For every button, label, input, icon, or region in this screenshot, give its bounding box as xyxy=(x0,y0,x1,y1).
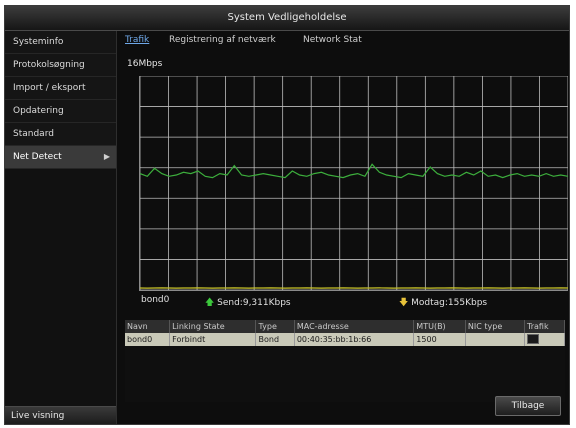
traffic-graph-icon[interactable] xyxy=(527,333,540,344)
tab-bar: Trafik Registrering af netværk Network S… xyxy=(119,31,569,51)
network-interface-table: Navn Linking State Type MAC-adresse MTU(… xyxy=(125,320,565,402)
window-title: System Vedligeholdelse xyxy=(5,6,569,31)
interface-label: bond0 xyxy=(141,295,170,305)
receive-status: 🡇 Modtag:155Kbps xyxy=(399,295,487,311)
tab-network-detection[interactable]: Registrering af netværk xyxy=(169,35,276,45)
column-header-traffic: Trafik xyxy=(524,320,565,333)
traffic-graph xyxy=(139,76,568,291)
sidebar-item-default[interactable]: Standard xyxy=(5,123,116,146)
cell-traffic[interactable] xyxy=(524,333,565,346)
cell-mtu: 1500 xyxy=(413,333,466,346)
sidebar: Systeminfo Protokolsøgning Import / eksp… xyxy=(5,31,117,424)
cell-nic-type xyxy=(465,333,526,346)
main-content: Trafik Registrering af netværk Network S… xyxy=(119,31,569,424)
down-arrow-icon: 🡇 xyxy=(399,298,409,308)
cell-linking-state: Forbindt xyxy=(169,333,257,346)
live-view-button[interactable]: Live visning xyxy=(5,406,116,424)
chevron-right-icon: ▶ xyxy=(103,152,110,161)
back-button[interactable]: Tilbage xyxy=(495,396,561,416)
cell-mac: 00:40:35:bb:1b:66 xyxy=(294,333,415,346)
graph-grid xyxy=(140,76,568,290)
column-header-type: Type xyxy=(255,320,295,333)
cell-type: Bond xyxy=(255,333,295,346)
column-header-nic-type: NIC type xyxy=(465,320,526,333)
system-maintenance-window: System Vedligeholdelse Systeminfo Protok… xyxy=(4,5,570,425)
graph-scale-label: 16Mbps xyxy=(127,59,163,69)
column-header-mtu: MTU(B) xyxy=(413,320,466,333)
sidebar-item-log-search[interactable]: Protokolsøgning xyxy=(5,54,116,77)
send-status: 🡅 Send:9,311Kbps xyxy=(205,295,291,311)
send-series-line xyxy=(140,163,568,179)
sidebar-item-import-export[interactable]: Import / eksport xyxy=(5,77,116,100)
sidebar-item-upgrade[interactable]: Opdatering xyxy=(5,100,116,123)
tab-network-stat[interactable]: Network Stat xyxy=(303,35,362,45)
cell-name: bond0 xyxy=(125,333,171,346)
column-header-mac: MAC-adresse xyxy=(294,320,415,333)
table-row[interactable]: bond0 Forbindt Bond 00:40:35:bb:1b:66 15… xyxy=(125,333,565,346)
sidebar-item-net-detect[interactable]: Net Detect ▶ xyxy=(5,146,116,169)
column-header-name: Navn xyxy=(125,320,171,333)
tab-traffic[interactable]: Trafik xyxy=(125,35,149,45)
send-rate: Send:9,311Kbps xyxy=(217,298,291,308)
column-header-linking-state: Linking State xyxy=(169,320,257,333)
sidebar-item-label: Net Detect xyxy=(13,152,62,162)
up-arrow-icon: 🡅 xyxy=(205,298,215,308)
sidebar-item-systeminfo[interactable]: Systeminfo xyxy=(5,31,116,54)
receive-rate: Modtag:155Kbps xyxy=(411,298,488,308)
